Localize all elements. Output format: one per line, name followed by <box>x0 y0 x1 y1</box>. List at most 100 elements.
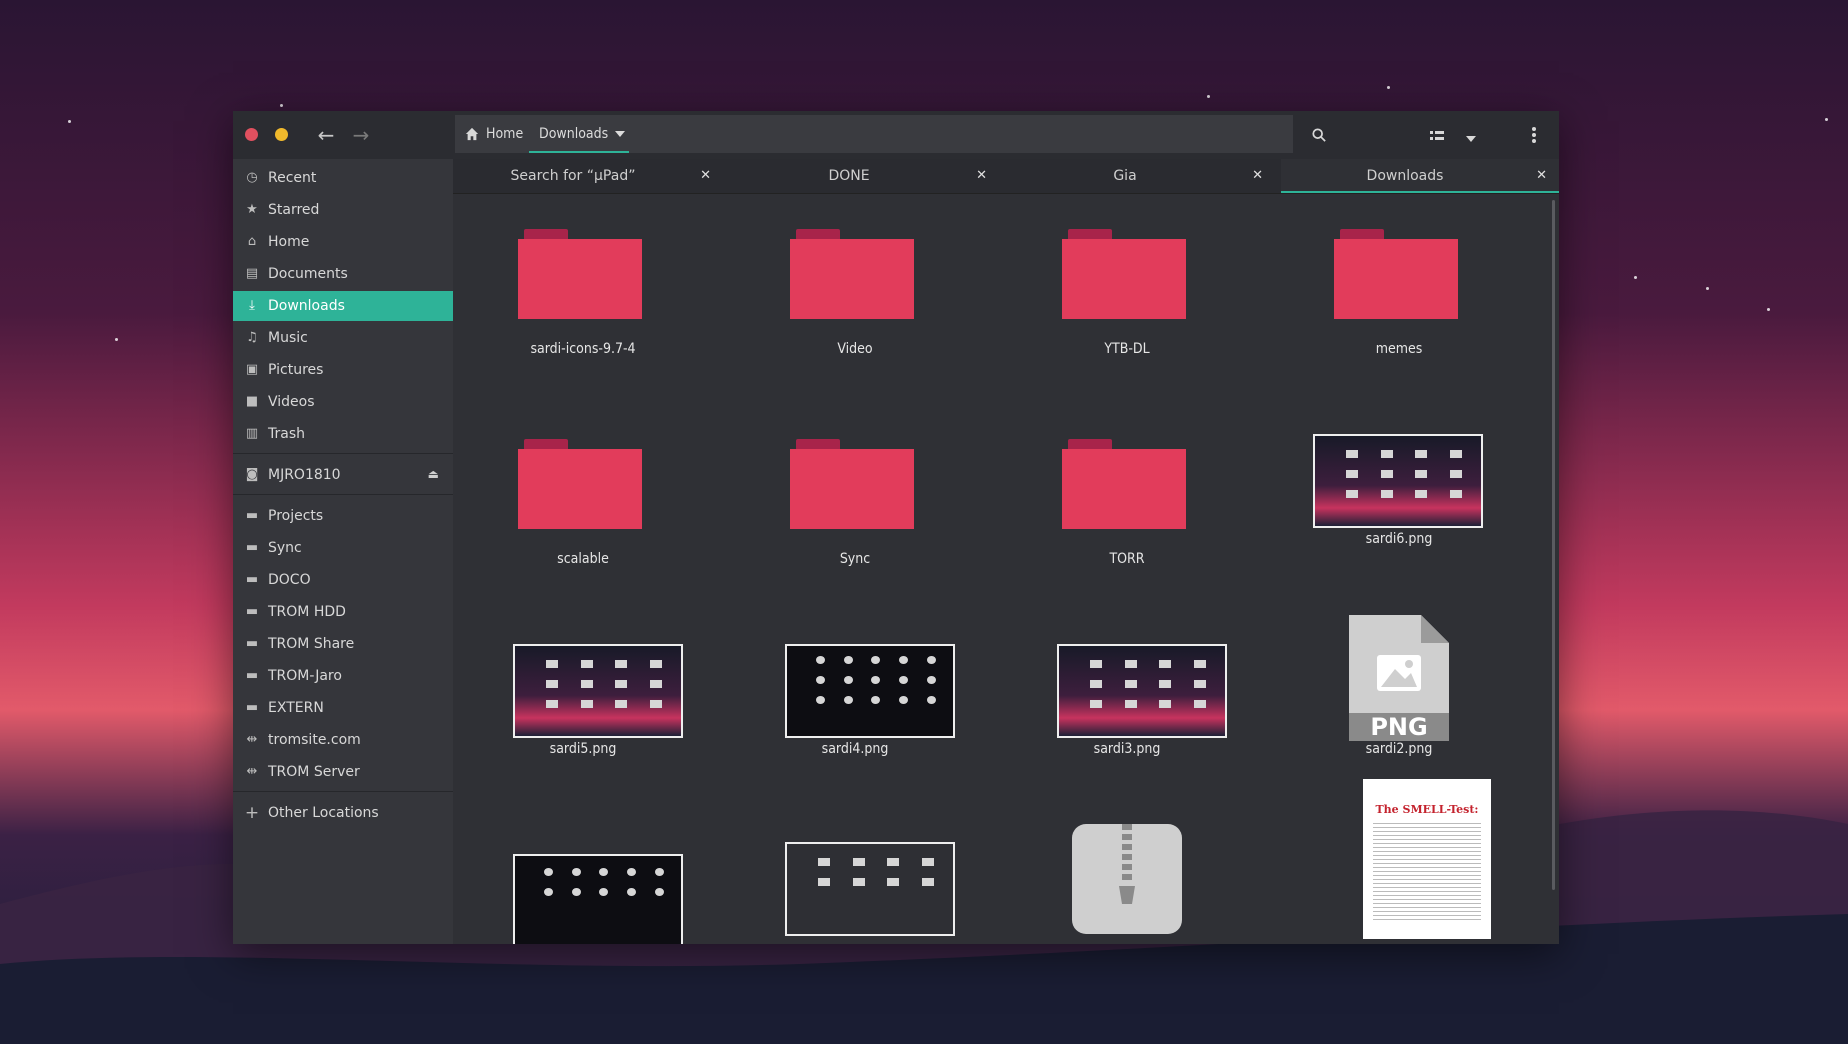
file-name: sardi3.png <box>1093 741 1161 757</box>
sidebar-item-label: Recent <box>268 170 317 186</box>
file-item[interactable] <box>725 824 985 944</box>
sidebar-item-sync[interactable]: ▬ Sync <box>233 533 453 563</box>
sidebar-item-trom-share[interactable]: ▬ TROM Share <box>233 629 453 659</box>
menu-button[interactable] <box>1518 119 1550 151</box>
sidebar-item-extern[interactable]: ▬ EXTERN <box>233 693 453 723</box>
sidebar-item-label: Other Locations <box>268 805 379 821</box>
forward-button[interactable]: → <box>345 119 377 151</box>
folder-icon: ▬ <box>245 700 259 715</box>
minimize-window-button[interactable] <box>275 128 288 141</box>
folder-icon <box>1334 229 1458 319</box>
sidebar-item-tromsite[interactable]: ⇹ tromsite.com <box>233 725 453 755</box>
file-item[interactable]: YTB-DL <box>997 194 1257 394</box>
image-thumbnail <box>513 644 683 738</box>
network-icon: ⇹ <box>246 764 258 779</box>
sidebar-item-downloads[interactable]: ⤓ Downloads <box>233 291 453 321</box>
file-name: Sync <box>839 551 871 567</box>
tab-label: Search for “µPad” <box>510 168 636 184</box>
star <box>1767 308 1770 311</box>
sidebar: ◷ Recent ★ Starred ⌂ Home ▤ Documents ⤓ … <box>233 159 453 944</box>
file-manager-window: ← → Home Downloads ◷ Recent ★ Starred ⌂ … <box>233 111 1559 944</box>
close-icon[interactable]: ✕ <box>976 159 987 193</box>
list-view-icon <box>1430 131 1444 140</box>
png-badge: PNG <box>1370 713 1428 741</box>
file-name: sardi6.png <box>1365 531 1433 547</box>
eject-icon[interactable]: ⏏ <box>428 467 439 481</box>
file-name: sardi-icons-9.7-4 <box>530 341 636 357</box>
image-thumbnail <box>785 644 955 738</box>
sidebar-item-music[interactable]: ♫ Music <box>233 323 453 353</box>
image-thumbnail <box>1057 644 1227 738</box>
tab-gia[interactable]: Gia ✕ <box>1005 159 1275 193</box>
file-name: sardi5.png <box>549 741 617 757</box>
back-button[interactable]: ← <box>310 119 342 151</box>
tab-search-upad[interactable]: Search for “µPad” ✕ <box>453 159 723 193</box>
sidebar-item-label: tromsite.com <box>268 732 361 748</box>
sidebar-item-label: Projects <box>268 508 324 524</box>
file-item[interactable]: sardi3.png <box>997 614 1257 814</box>
breadcrumb-downloads-label: Downloads <box>539 126 609 142</box>
folder-icon <box>518 229 642 319</box>
sidebar-item-doco[interactable]: ▬ DOCO <box>233 565 453 595</box>
sidebar-item-trom-jaro[interactable]: ▬ TROM-Jaro <box>233 661 453 691</box>
file-item[interactable]: TORR <box>997 404 1257 604</box>
sidebar-item-pictures[interactable]: ▣ Pictures <box>233 355 453 385</box>
folder-icon <box>518 439 642 529</box>
file-item[interactable] <box>453 824 713 944</box>
kebab-menu-icon <box>1532 127 1536 143</box>
tab-downloads[interactable]: Downloads ✕ <box>1281 159 1559 193</box>
file-item[interactable]: sardi6.png <box>1269 404 1529 604</box>
sidebar-item-other-locations[interactable]: + Other Locations <box>233 798 453 828</box>
scrollbar[interactable] <box>1552 200 1555 890</box>
file-item[interactable]: scalable <box>453 404 713 604</box>
star <box>1825 118 1828 121</box>
folder-icon: ▬ <box>245 508 259 523</box>
sidebar-item-label: EXTERN <box>268 700 324 716</box>
file-item[interactable]: sardi-icons-9.7-4 <box>453 194 713 394</box>
close-icon[interactable]: ✕ <box>1536 159 1547 193</box>
file-item[interactable]: The SMELL-Test: <box>1269 779 1529 944</box>
view-options-button[interactable] <box>1455 119 1487 151</box>
sidebar-item-label: Documents <box>268 266 348 282</box>
view-list-button[interactable] <box>1421 119 1453 151</box>
file-item[interactable]: Video <box>725 194 985 394</box>
star <box>115 338 118 341</box>
file-item[interactable]: memes <box>1269 194 1529 394</box>
file-item[interactable] <box>997 824 1257 944</box>
header-bar: ← → Home Downloads <box>233 111 1559 159</box>
archive-file-icon <box>1072 824 1182 934</box>
arrow-right-icon: → <box>352 123 370 147</box>
close-icon[interactable]: ✕ <box>700 159 711 193</box>
sidebar-item-mjro1810[interactable]: ◙ MJRO1810 ⏏ <box>233 460 453 490</box>
sidebar-item-label: Home <box>268 234 310 250</box>
sidebar-item-starred[interactable]: ★ Starred <box>233 195 453 225</box>
close-window-button[interactable] <box>245 128 258 141</box>
file-item[interactable]: sardi5.png <box>453 614 713 814</box>
sidebar-item-trash[interactable]: ▥ Trash <box>233 419 453 449</box>
tab-done[interactable]: DONE ✕ <box>729 159 999 193</box>
file-item[interactable]: Sync <box>725 404 985 604</box>
breadcrumb-home[interactable]: Home <box>465 115 527 153</box>
star <box>1634 276 1637 279</box>
file-name: YTB-DL <box>1104 341 1150 357</box>
sidebar-item-label: Starred <box>268 202 320 218</box>
file-item[interactable]: sardi4.png <box>725 614 985 814</box>
tab-bar: Search for “µPad” ✕ DONE ✕ Gia ✕ Downloa… <box>453 159 1559 194</box>
search-button[interactable] <box>1303 119 1335 151</box>
folder-icon: ▬ <box>245 540 259 555</box>
star <box>280 104 283 107</box>
sidebar-item-trom-hdd[interactable]: ▬ TROM HDD <box>233 597 453 627</box>
sidebar-item-label: TROM HDD <box>268 604 346 620</box>
folder-icon: ▬ <box>245 668 259 683</box>
close-icon[interactable]: ✕ <box>1252 159 1263 193</box>
sidebar-item-label: Trash <box>268 426 305 442</box>
sidebar-item-videos[interactable]: ■ Videos <box>233 387 453 417</box>
sidebar-item-home[interactable]: ⌂ Home <box>233 227 453 257</box>
sidebar-item-projects[interactable]: ▬ Projects <box>233 501 453 531</box>
star <box>1207 95 1210 98</box>
sidebar-item-trom-server[interactable]: ⇹ TROM Server <box>233 757 453 787</box>
sidebar-divider <box>233 453 453 454</box>
breadcrumb-downloads[interactable]: Downloads <box>529 115 629 153</box>
sidebar-item-recent[interactable]: ◷ Recent <box>233 163 453 193</box>
sidebar-item-documents[interactable]: ▤ Documents <box>233 259 453 289</box>
